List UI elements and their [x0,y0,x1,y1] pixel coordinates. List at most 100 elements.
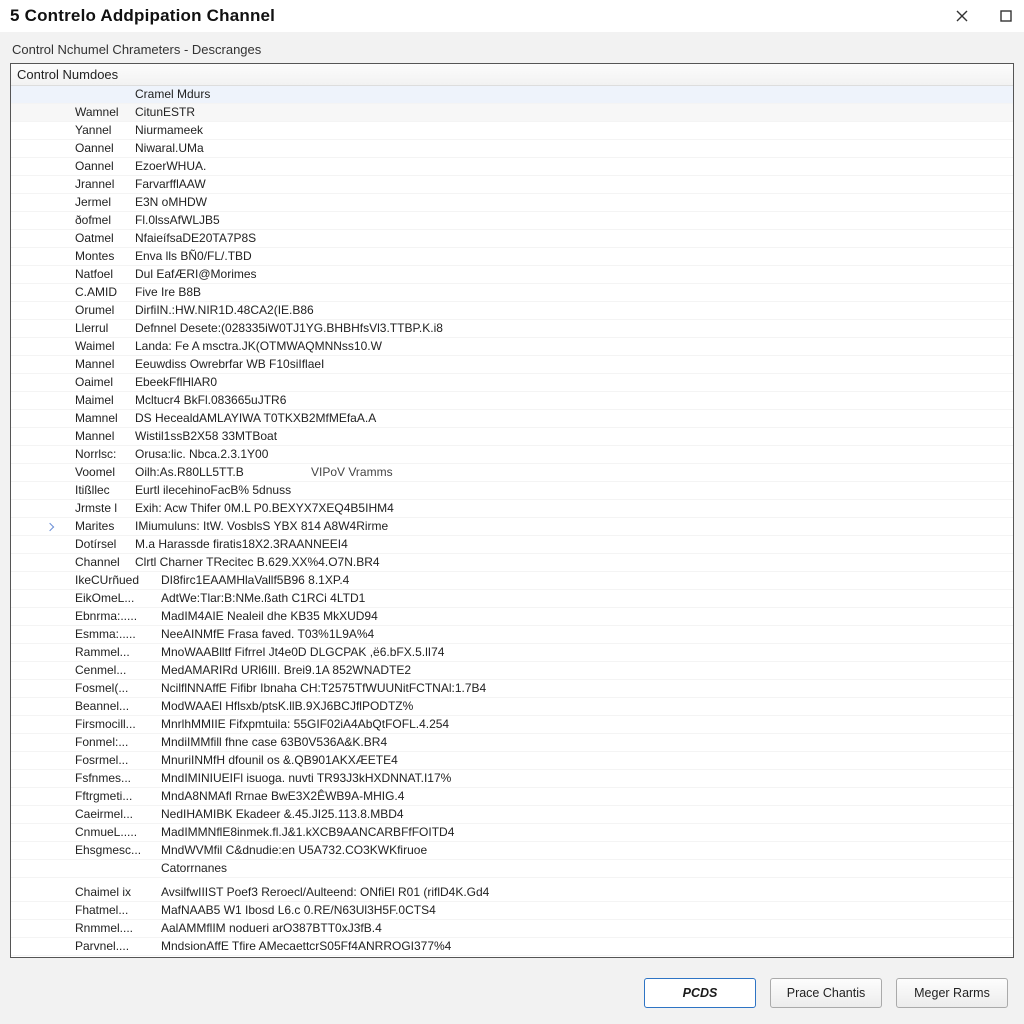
list-item[interactable]: MamnelDS HecealdAMLAYIWA T0TKXB2MfMEfaA.… [11,410,1013,428]
titlebar: 5 Contrelo Addpipation Channel [0,0,1024,32]
row-text: Clrtl Charner TRecitec B.629.XX%4.O7N.BR… [135,554,1009,571]
list-item[interactable]: Fsfnmes...MndIMINIUEIFl isuoga. nuvti TR… [11,770,1013,788]
row-prefix: Fhatmel... [75,902,161,919]
row-text: manAMAfT ffi rxl Inam. CXT7MAALARKO5117.… [161,956,1009,958]
row-text: E3N oMHDW [135,194,1009,211]
list-item[interactable]: C.AMIDFive Ire B8B [11,284,1013,302]
list-item[interactable]: OatmelNfaieífsaDE20TA7P8S [11,230,1013,248]
list-item[interactable]: Norrlsc:Orusa:lic. Nbca.2.3.1Y00 [11,446,1013,464]
row-prefix: Itißllec [75,482,135,499]
row-prefix: Jrmste l [75,500,135,517]
meger-rarms-button[interactable]: Meger Rarms [896,978,1008,1008]
list-item[interactable]: Ehsgmesc...MndWVMfil C&dnudie:en U5A732.… [11,842,1013,860]
list-item[interactable]: WaimelLanda: Fe A msctra.JK(OTMWAQMNNss1… [11,338,1013,356]
list-item[interactable]: OannelEzoerWHUA. [11,158,1013,176]
channel-list-panel[interactable]: Control Numdoes Cramel MdursWamnelCitunE… [10,63,1014,958]
row-text: Exih: Acw Thifer 0M.L P0.BEXYX7XEQ4B5IHM… [135,500,1009,517]
list-item[interactable]: MaritesIMiumuluns: ItW. VosblsS YBX 814 … [11,518,1013,536]
list-item[interactable]: WamnelCitunESTR [11,104,1013,122]
list-item[interactable]: EikOmeL...AdtWe:Tlar:B:NMe.ßath C1RCi 4L… [11,590,1013,608]
list-item[interactable]: VoomelOilh:As.R80LL5TT.BVIPoV Vramms [11,464,1013,482]
row-prefix: Fftrgmeti... [75,788,161,805]
row-text: Fl.0lssAfWLJB5 [135,212,1009,229]
title-prefix: 5 [10,6,20,25]
row-prefix: Rammel... [75,644,161,661]
row-text: NcilflNNAffE Fifibr Ibnaha CH:T2575TfWUU… [161,680,1009,697]
list-item[interactable]: Esmma:.....NeeAINMfE Frasa faved. T03%1L… [11,626,1013,644]
list-item[interactable]: IkeCUrñuedDI8firc1EAAMHlaVallf5B96 8.1XP… [11,572,1013,590]
list-item[interactable]: LlerrulDefnnel Desete:(028335iW0TJ1YG.BH… [11,320,1013,338]
list-item[interactable]: Fhatmel...MafNAAB5 W1 Ibosd L6.c 0.RE/N6… [11,902,1013,920]
row-text: Orusa:lic. Nbca.2.3.1Y00 [135,446,1009,463]
list-item[interactable]: ðofmelFl.0lssAfWLJB5 [11,212,1013,230]
row-text: EbeekFflHlAR0 [135,374,1009,391]
list-item[interactable]: MaimelMcltucr4 BkFl.083665uJTR6 [11,392,1013,410]
row-prefix: Oannel [75,158,135,175]
row-text: Five Ire B8B [135,284,1009,301]
row-prefix: ðofmel [75,212,135,229]
row-prefix: Fosrmel... [75,752,161,769]
list-item[interactable]: JermelE3N oMHDW [11,194,1013,212]
row-text: AalAMMflIM nodueri arO387BTT0xJ3fB.4 [161,920,1009,937]
list-item[interactable]: Fonmel:...MndiIMMfill fhne case 63B0V536… [11,734,1013,752]
list-item[interactable]: Rammel...MnoWAABlltf Fifrrel Jt4e0D DLGC… [11,644,1013,662]
row-text: Eeuwdiss Owrebrfar WB F10siIflaeI [135,356,1009,373]
maximize-icon[interactable] [998,8,1014,24]
list-item[interactable]: Parvnel....MndsionAffE Tfire AMecaettcrS… [11,938,1013,956]
row-prefix: Natfoel [75,266,135,283]
row-text: Eurtl ilecehinoFacB% 5dnuss [135,482,1009,499]
list-item[interactable]: Ebnrma:.....MadIM4AIE Nealeil dhe KB35 M… [11,608,1013,626]
list-item[interactable]: Caeirmel...NedIHAMIBK Ekadeer &.45.JI25.… [11,806,1013,824]
list-item[interactable]: Rnmmel....AalAMMflIM nodueri arO387BTT0x… [11,920,1013,938]
prace-chantis-button[interactable]: Prace Chantis [770,978,882,1008]
row-text: MadIM4AIE Nealeil dhe KB35 MkXUD94 [161,608,1009,625]
list-item[interactable]: DotírselM.a Harassde firatis18X2.3RAANNE… [11,536,1013,554]
list-item[interactable]: ChannelClrtl Charner TRecitec B.629.XX%4… [11,554,1013,572]
group-footer-label: Catorrnanes [161,860,1009,877]
list-item[interactable]: Firsmocill...MnrlhMMIIE Fifxpmtuila: 55G… [11,716,1013,734]
row-prefix: Maimel [75,392,135,409]
row-text: Dul EafÆRI@Morimes [135,266,1009,283]
list-item[interactable]: OrumelDirfiIN.:HW.NIR1D.48CA2(IE.B86 [11,302,1013,320]
row-text: DI8firc1EAAMHlaVallf5B96 8.1XP.4 [161,572,1009,589]
list-item[interactable]: MontesEnva lls BÑ0/FL/.TBD [11,248,1013,266]
close-icon[interactable] [954,8,970,24]
row-text: NedIHAMIBK Ekadeer &.45.JI25.113.8.MBD4 [161,806,1009,823]
row-prefix: Beannel... [75,698,161,715]
list-item[interactable]: Jrmste lExih: Acw Thifer 0M.L P0.BEXYX7X… [11,500,1013,518]
row-text: NeeAINMfE Frasa faved. T03%1L9A%4 [161,626,1009,643]
list-item[interactable]: CnmueL.....MadIMMNflE8inmek.fl.J&1.kXCB9… [11,824,1013,842]
row-text: MadIMMNflE8inmek.fl.J&1.kXCB9AANCARBFfFO… [161,824,1009,841]
list-item[interactable]: MannelWistil1ssB2X58 33MTBoat [11,428,1013,446]
list-item[interactable]: OannelNiwaral.UMa [11,140,1013,158]
list-item[interactable]: MannelEeuwdiss Owrebrfar WB F10siIflaeI [11,356,1013,374]
list-item[interactable]: Cenmel...MedAMARIRd URl6IlI. Brei9.1A 85… [11,662,1013,680]
row-prefix: Parvnel.... [75,938,161,955]
list-item[interactable]: ItißllecEurtl ilecehinoFacB% 5dnuss [11,482,1013,500]
overlay-label: VIPoV Vramms [311,464,393,481]
list-item[interactable]: Fosmel(...NcilflNNAffE Fifibr Ibnaha CH:… [11,680,1013,698]
row-prefix: Ronmel:.... [75,956,161,958]
list-item[interactable]: NatfoelDul EafÆRI@Morimes [11,266,1013,284]
list-item[interactable]: JrannelFarvarfflAAW [11,176,1013,194]
row-prefix: Orumel [75,302,135,319]
row-text: IMiumuluns: ItW. VosblsS YBX 814 A8W4Rir… [135,518,1009,535]
row-text: MndA8NMAfl Rrnae BwE3X2ÊWB9A-MHIG.4 [161,788,1009,805]
row-text: ModWAAEl Hflsxb/ptsK.llB.9XJ6BCJflPODTZ% [161,698,1009,715]
list-item[interactable]: Chaimel ixAvsilfwIIIST Poef3 Reroecl/Aul… [11,884,1013,902]
list-item[interactable]: Cramel Mdurs [11,86,1013,104]
list-item[interactable]: YannelNiurmameek [11,122,1013,140]
list-item[interactable]: Fftrgmeti...MndA8NMAfl Rrnae BwE3X2ÊWB9A… [11,788,1013,806]
list-item[interactable]: OaimelEbeekFflHlAR0 [11,374,1013,392]
list-item[interactable]: Beannel...ModWAAEl Hflsxb/ptsK.llB.9XJ6B… [11,698,1013,716]
list-item[interactable]: Ronmel:....manAMAfT ffi rxl Inam. CXT7MA… [11,956,1013,958]
row-text: MafNAAB5 W1 Ibosd L6.c 0.RE/N63Ul3H5F.0C… [161,902,1009,919]
row-text: EzoerWHUA. [135,158,1009,175]
row-text: Landa: Fe A msctra.JK(OTMWAQMNNss10.W [135,338,1009,355]
row-prefix: CnmueL..... [75,824,161,841]
row-text: Niurmameek [135,122,1009,139]
row-text: MnuriINMfH dfounil os &.QB901AKXÆETE4 [161,752,1009,769]
row-text: FarvarfflAAW [135,176,1009,193]
list-item[interactable]: Fosrmel...MnuriINMfH dfounil os &.QB901A… [11,752,1013,770]
pcds-button[interactable]: PCDS [644,978,756,1008]
